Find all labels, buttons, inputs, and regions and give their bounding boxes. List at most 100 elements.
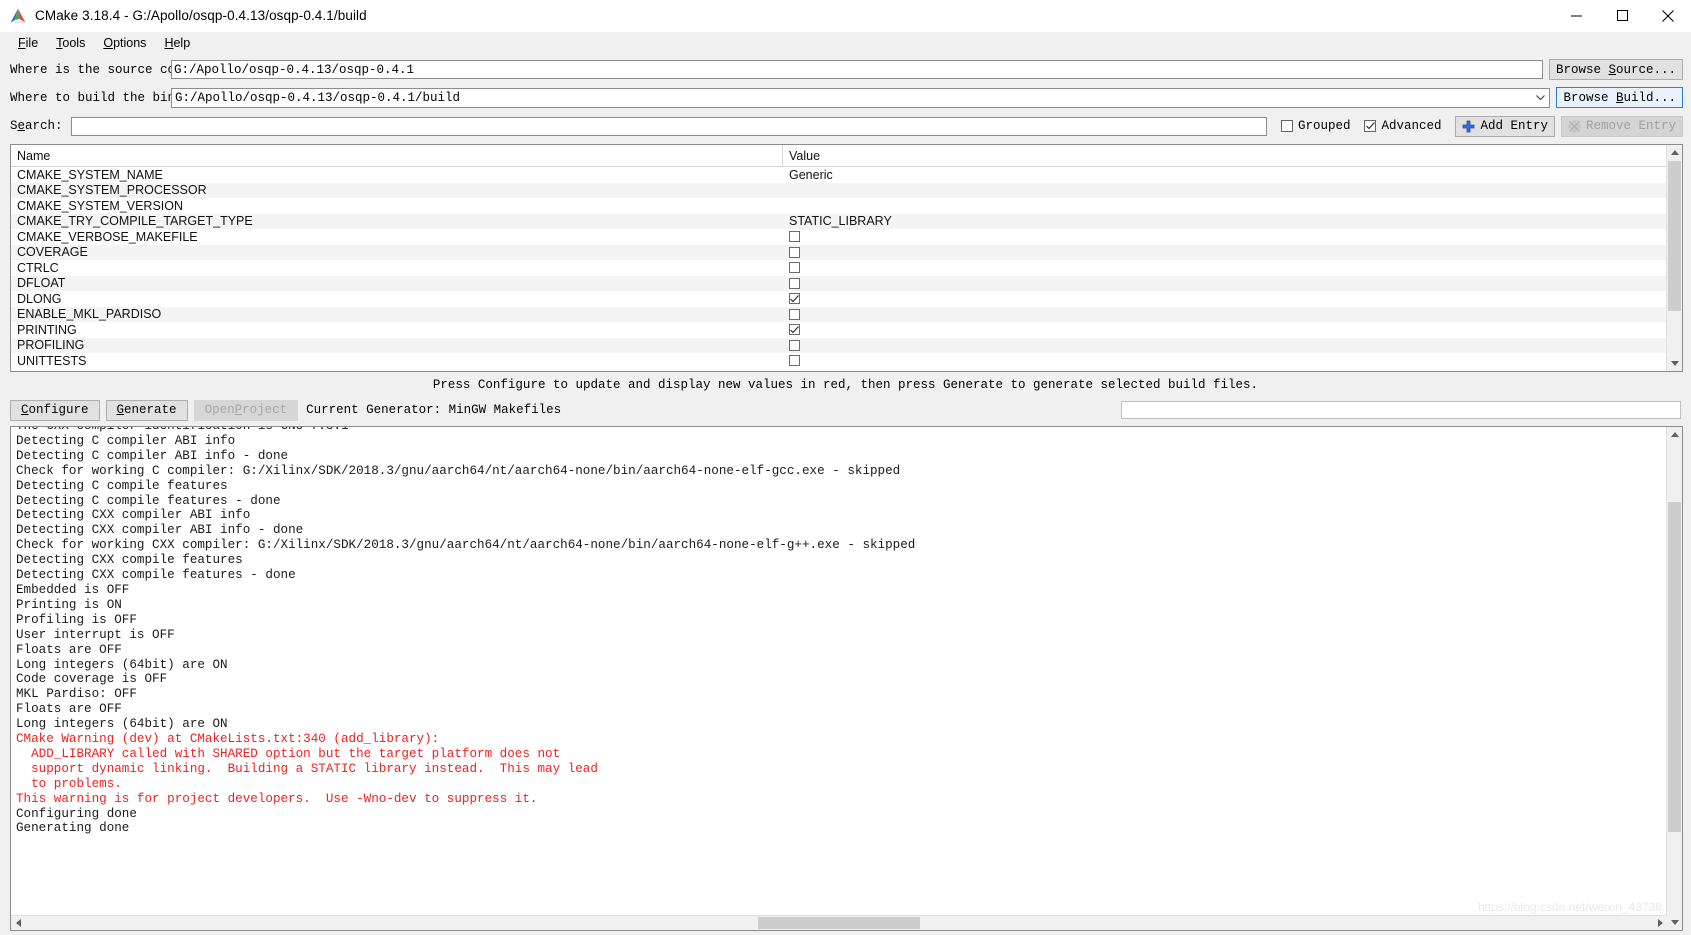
table-row[interactable]: CMAKE_SYSTEM_PROCESSOR xyxy=(11,182,1682,198)
scroll-down-icon[interactable] xyxy=(1667,356,1682,371)
maximize-icon[interactable] xyxy=(1599,0,1645,31)
cell-checkbox-unchecked[interactable] xyxy=(789,262,800,274)
log-scroll-thumb[interactable] xyxy=(1668,502,1681,832)
window-controls xyxy=(1553,0,1691,31)
cache-variable-name: PROFILING xyxy=(17,338,85,353)
log-scroll-right-icon[interactable] xyxy=(1653,916,1667,930)
log-scroll-down-icon[interactable] xyxy=(1667,915,1682,930)
table-row[interactable]: COVERAGE xyxy=(11,244,1682,260)
scroll-up-icon[interactable] xyxy=(1667,145,1682,160)
cache-variable-name: CMAKE_VERBOSE_MAKEFILE xyxy=(17,229,198,244)
configure-button[interactable]: Configure xyxy=(10,399,100,421)
column-header-name[interactable]: Name xyxy=(11,145,783,166)
log-line: Check for working CXX compiler: G:/Xilin… xyxy=(16,538,916,553)
table-scroll-thumb[interactable] xyxy=(1668,161,1681,311)
table-row[interactable]: PRINTING xyxy=(11,322,1682,338)
table-row[interactable]: DFLOAT xyxy=(11,275,1682,291)
log-vertical-scrollbar[interactable] xyxy=(1666,427,1682,930)
cache-variable-value[interactable]: Generic xyxy=(783,168,1682,182)
generate-button[interactable]: Generate xyxy=(105,399,188,421)
log-horizontal-scrollbar[interactable] xyxy=(11,915,1667,930)
action-row: Configure Generate Open Project Current … xyxy=(0,398,1691,422)
output-log-lines: The CXX compiler identification is GNU 7… xyxy=(16,427,1667,836)
cache-variable-value[interactable] xyxy=(783,355,1682,367)
log-line: Detecting C compile features - done xyxy=(16,493,281,508)
source-path-label: Where is the source code: xyxy=(10,62,198,77)
log-line: Detecting CXX compiler ABI info - done xyxy=(16,523,304,538)
output-log-panel: The CXX compiler identification is GNU 7… xyxy=(10,426,1683,931)
grouped-label: Grouped xyxy=(1297,119,1351,133)
cell-checkbox-unchecked[interactable] xyxy=(789,355,800,367)
checkmark-icon xyxy=(790,325,799,334)
cache-variable-value[interactable] xyxy=(783,262,1682,274)
log-line: Check for working C compiler: G:/Xilinx/… xyxy=(16,463,901,478)
output-log-viewport[interactable]: The CXX compiler identification is GNU 7… xyxy=(11,427,1667,916)
minimize-icon[interactable] xyxy=(1553,0,1599,31)
cell-checkbox-unchecked[interactable] xyxy=(789,308,800,320)
cache-variable-value[interactable] xyxy=(783,308,1682,320)
menu-options[interactable]: Options xyxy=(94,34,155,52)
table-row[interactable]: UNITTESTS xyxy=(11,353,1682,369)
cell-checkbox-unchecked[interactable] xyxy=(789,339,800,351)
grouped-checkbox-wrap[interactable]: Grouped xyxy=(1280,119,1351,133)
table-row[interactable]: CMAKE_SYSTEM_VERSION xyxy=(11,198,1682,214)
log-line: MKL Pardiso: OFF xyxy=(16,687,137,702)
table-row[interactable]: ENABLE_MKL_PARDISO xyxy=(11,306,1682,322)
menu-file[interactable]: File xyxy=(9,34,47,52)
menu-help[interactable]: Help xyxy=(155,34,199,52)
cache-variable-name: ENABLE_MKL_PARDISO xyxy=(17,307,162,322)
search-input[interactable] xyxy=(70,116,1267,136)
table-row[interactable]: CTRLC xyxy=(11,260,1682,276)
close-icon[interactable] xyxy=(1645,0,1691,31)
cache-variables-table: Name Value CMAKE_SYSTEM_NAME Generic CMAKE… xyxy=(10,144,1683,372)
table-row[interactable]: PROFILING xyxy=(11,337,1682,353)
advanced-checkbox[interactable] xyxy=(1364,120,1377,132)
cmake-logo-icon xyxy=(10,8,26,24)
table-row[interactable]: CMAKE_TRY_COMPILE_TARGET_TYPE STATIC_LIBR… xyxy=(11,213,1682,229)
cmake-gui-window: CMake 3.18.4 - G:/Apollo/osqp-0.4.13/osq… xyxy=(0,0,1691,935)
cache-variable-value[interactable] xyxy=(783,277,1682,289)
table-row[interactable]: CMAKE_VERBOSE_MAKEFILE xyxy=(11,229,1682,245)
log-line: The CXX compiler identification is GNU 7… xyxy=(16,427,1667,434)
log-line: Floats are OFF xyxy=(16,642,122,657)
cache-variable-value[interactable] xyxy=(783,324,1682,336)
source-path-input[interactable]: G:/Apollo/osqp-0.4.13/osqp-0.4.1 xyxy=(171,60,1543,79)
table-row[interactable]: DLONG xyxy=(11,291,1682,307)
cache-variable-value[interactable] xyxy=(783,246,1682,258)
table-scroll-track[interactable] xyxy=(1667,160,1682,356)
browse-source-button[interactable]: Browse Source... xyxy=(1548,59,1683,80)
cache-variable-value[interactable] xyxy=(783,231,1682,243)
cell-checkbox-checked[interactable] xyxy=(789,293,800,305)
grouped-checkbox[interactable] xyxy=(1280,120,1293,132)
cache-variable-value[interactable]: STATIC_LIBRARY xyxy=(783,214,1682,228)
chevron-down-icon[interactable] xyxy=(1531,89,1549,107)
cache-variable-name: CMAKE_SYSTEM_VERSION xyxy=(17,198,184,213)
table-scrollbar[interactable] xyxy=(1666,145,1682,371)
open-project-button[interactable]: Open Project xyxy=(193,399,299,421)
log-hscroll-track[interactable] xyxy=(25,916,1653,930)
cell-checkbox-checked[interactable] xyxy=(789,324,800,336)
build-path-row: Where to build the binaries: G:/Apollo/o… xyxy=(0,85,1691,110)
menu-help-label-rest: elp xyxy=(173,36,191,50)
table-row[interactable]: CMAKE_SYSTEM_NAME Generic xyxy=(11,167,1682,183)
build-path-input[interactable]: G:/Apollo/osqp-0.4.13/osqp-0.4.1/build xyxy=(172,91,1531,105)
title-bar: CMake 3.18.4 - G:/Apollo/osqp-0.4.13/osq… xyxy=(0,0,1691,32)
advanced-checkbox-wrap[interactable]: Advanced xyxy=(1364,119,1441,133)
log-scroll-up-icon[interactable] xyxy=(1667,427,1682,442)
add-entry-button[interactable]: Add Entry xyxy=(1455,115,1555,137)
cell-checkbox-unchecked[interactable] xyxy=(789,231,800,243)
log-scroll-left-icon[interactable] xyxy=(11,916,25,930)
cell-checkbox-unchecked[interactable] xyxy=(789,246,800,258)
menu-tools[interactable]: Tools xyxy=(47,34,94,52)
browse-build-button[interactable]: Browse Build... xyxy=(1556,87,1683,108)
log-scroll-track[interactable] xyxy=(1667,442,1682,915)
log-line: Embedded is OFF xyxy=(16,582,130,597)
build-path-combo[interactable]: G:/Apollo/osqp-0.4.13/osqp-0.4.1/build xyxy=(171,87,1551,108)
cache-variable-value[interactable] xyxy=(783,339,1682,351)
cache-variable-name: DLONG xyxy=(17,291,62,306)
log-hscroll-thumb[interactable] xyxy=(757,917,921,929)
cache-variable-value[interactable] xyxy=(783,293,1682,305)
column-header-value[interactable]: Value xyxy=(783,145,1682,166)
remove-entry-button[interactable]: Remove Entry xyxy=(1560,115,1683,137)
cell-checkbox-unchecked[interactable] xyxy=(789,277,800,289)
